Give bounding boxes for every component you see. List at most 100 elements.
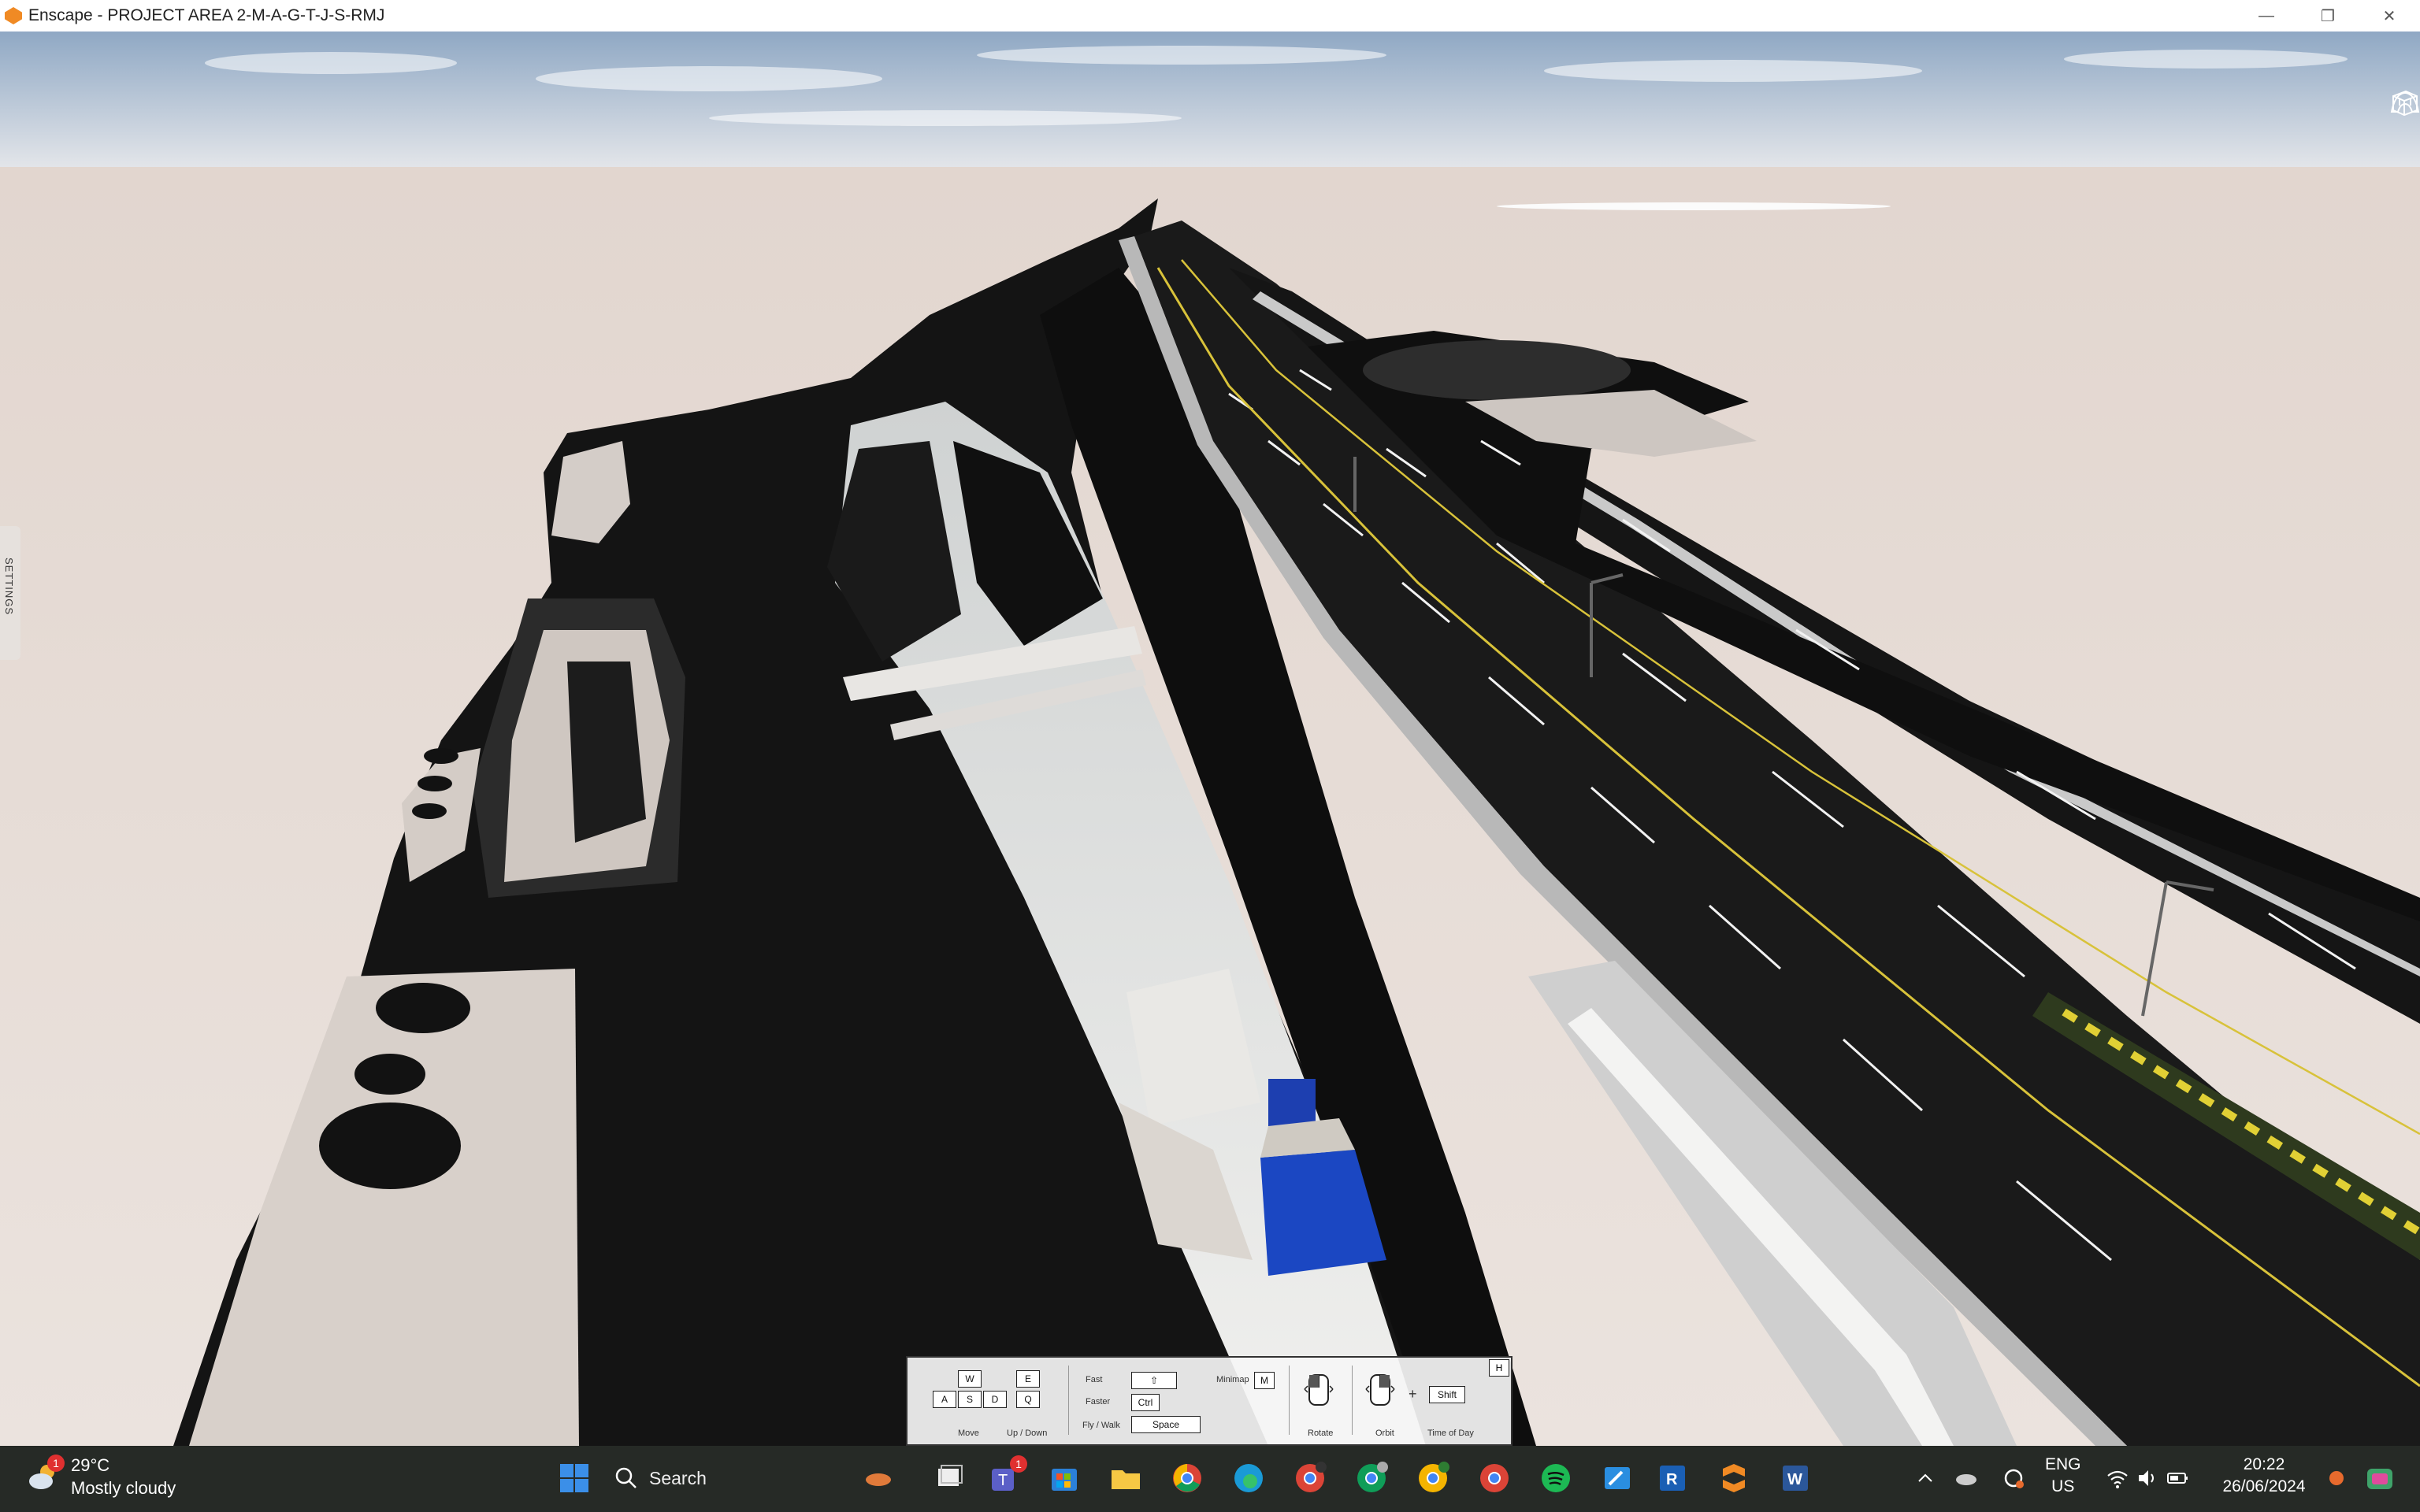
start-icon bbox=[560, 1464, 588, 1492]
weather-desc: Mostly cloudy bbox=[71, 1478, 176, 1498]
key-shift: Shift bbox=[1429, 1386, 1465, 1403]
language-indicator[interactable]: ENG US bbox=[2045, 1454, 2081, 1498]
chrome-profile-3-button[interactable] bbox=[1413, 1458, 1453, 1498]
svg-text:T: T bbox=[998, 1472, 1008, 1489]
rotate-label: Rotate bbox=[1308, 1429, 1334, 1438]
chrome-profile-1-icon bbox=[1296, 1462, 1327, 1492]
vr-headset-icon[interactable] bbox=[2388, 87, 2420, 120]
divider bbox=[1068, 1366, 1069, 1435]
region-code: US bbox=[2051, 1477, 2075, 1495]
mouse-rotate-icon bbox=[1304, 1374, 1334, 1406]
wifi-icon bbox=[2107, 1470, 2128, 1488]
show-hidden-icons-button[interactable] bbox=[1910, 1458, 1941, 1498]
start-button[interactable] bbox=[555, 1458, 594, 1498]
plus-sign: + bbox=[1409, 1386, 1417, 1402]
faster-label: Faster bbox=[1086, 1397, 1111, 1406]
word-icon: W bbox=[1783, 1466, 1808, 1491]
window-title: Enscape - PROJECT AREA 2-M-A-G-T-J-S-RMJ bbox=[28, 6, 385, 24]
weather-badge: 1 bbox=[47, 1455, 65, 1472]
fish-widget-icon bbox=[866, 1473, 891, 1486]
weather-widget[interactable]: 1 29°C Mostly cloudy bbox=[27, 1454, 176, 1499]
sync-icon bbox=[2004, 1469, 2024, 1488]
edge-icon bbox=[1234, 1464, 1263, 1492]
svg-text:R: R bbox=[1666, 1471, 1678, 1488]
spotify-button[interactable] bbox=[1536, 1458, 1576, 1498]
wifi-tray[interactable] bbox=[2102, 1458, 2133, 1498]
time-of-day-label: Time of Day bbox=[1427, 1429, 1474, 1438]
file-explorer-icon bbox=[1112, 1470, 1140, 1489]
onedrive-tray[interactable] bbox=[1950, 1458, 1982, 1498]
hide-controls-button[interactable]: H bbox=[1489, 1359, 1509, 1377]
key-a: A bbox=[933, 1391, 956, 1408]
chrome-profile-4-button[interactable] bbox=[1475, 1458, 1514, 1498]
language-code: ENG bbox=[2045, 1455, 2081, 1473]
copilot-button[interactable] bbox=[2360, 1458, 2400, 1498]
settings-tab[interactable]: SETTINGS bbox=[0, 526, 20, 660]
revit-button[interactable]: R bbox=[1653, 1458, 1692, 1498]
navigation-controls-overlay: H W A S D Move E Q Up / Down Fast ⇧ Fast… bbox=[906, 1356, 1512, 1446]
windows-taskbar: 1 29°C Mostly cloudy Search T 1 R W ENG … bbox=[0, 1446, 2420, 1512]
enscape-button[interactable] bbox=[1714, 1458, 1754, 1498]
fast-label: Fast bbox=[1086, 1375, 1103, 1384]
copilot-icon bbox=[2367, 1469, 2392, 1489]
mouse-orbit-icon bbox=[1365, 1374, 1395, 1406]
chrome-profile-1-button[interactable] bbox=[1290, 1458, 1330, 1498]
taskbar-app-fish[interactable] bbox=[859, 1458, 898, 1498]
settings-tab-label: SETTINGS bbox=[3, 558, 15, 616]
teams-badge: 1 bbox=[1010, 1455, 1027, 1473]
updown-label: Up / Down bbox=[1007, 1429, 1048, 1438]
restore-icon: ❐ bbox=[2321, 7, 2335, 25]
cloud-sun-icon: 1 bbox=[27, 1455, 65, 1494]
enscape-logo-icon bbox=[5, 7, 22, 24]
chevron-up-icon bbox=[1918, 1473, 1932, 1482]
chrome-icon bbox=[1173, 1464, 1201, 1492]
key-d: D bbox=[983, 1391, 1007, 1408]
taskbar-search[interactable]: Search bbox=[614, 1458, 851, 1498]
revit-icon: R bbox=[1660, 1466, 1685, 1491]
window-titlebar[interactable]: Enscape - PROJECT AREA 2-M-A-G-T-J-S-RMJ… bbox=[0, 0, 2420, 32]
enscape-icon bbox=[1723, 1464, 1745, 1492]
paint-button[interactable] bbox=[1598, 1458, 1637, 1498]
move-label: Move bbox=[958, 1429, 979, 1438]
spotify-icon bbox=[1542, 1464, 1570, 1492]
cloud-icon bbox=[1956, 1474, 1976, 1485]
volume-tray[interactable] bbox=[2132, 1458, 2163, 1498]
shift-arrow-icon: ⇧ bbox=[1149, 1375, 1159, 1386]
minimap-label: Minimap bbox=[1216, 1375, 1249, 1384]
divider bbox=[1352, 1366, 1353, 1435]
clock[interactable]: 20:22 26/06/2024 bbox=[2209, 1454, 2319, 1498]
chrome-button[interactable] bbox=[1167, 1458, 1207, 1498]
render-viewport[interactable]: SETTINGS bbox=[0, 32, 2420, 1446]
chrome-profile-4-icon bbox=[1480, 1464, 1509, 1492]
task-view-button[interactable] bbox=[930, 1458, 969, 1498]
minimize-button[interactable]: — bbox=[2236, 0, 2297, 32]
chrome-profile-2-button[interactable] bbox=[1352, 1458, 1391, 1498]
battery-icon bbox=[2167, 1473, 2188, 1484]
key-space: Space bbox=[1131, 1416, 1201, 1433]
word-button[interactable]: W bbox=[1776, 1458, 1815, 1498]
task-view-icon bbox=[938, 1465, 963, 1486]
notification-dot-icon bbox=[2329, 1471, 2344, 1485]
store-button[interactable] bbox=[1045, 1458, 1084, 1498]
file-explorer-button[interactable] bbox=[1106, 1458, 1145, 1498]
scene-render bbox=[0, 32, 2420, 1446]
orbit-label: Orbit bbox=[1375, 1429, 1394, 1438]
edge-button[interactable] bbox=[1229, 1458, 1268, 1498]
key-e: E bbox=[1016, 1370, 1040, 1388]
divider bbox=[1289, 1366, 1290, 1435]
chrome-profile-3-icon bbox=[1419, 1462, 1449, 1492]
close-button[interactable]: ✕ bbox=[2359, 0, 2420, 32]
key-q: Q bbox=[1016, 1391, 1040, 1408]
chrome-profile-2-icon bbox=[1357, 1462, 1388, 1492]
teams-button[interactable]: T 1 bbox=[986, 1455, 1027, 1498]
sync-tray[interactable] bbox=[1998, 1458, 2029, 1498]
minimize-icon: — bbox=[2259, 6, 2274, 24]
close-icon: ✕ bbox=[2382, 7, 2396, 25]
battery-tray[interactable] bbox=[2162, 1458, 2193, 1498]
flywalk-label: Fly / Walk bbox=[1082, 1421, 1120, 1430]
notification-tray[interactable] bbox=[2321, 1458, 2352, 1498]
restore-button[interactable]: ❐ bbox=[2297, 0, 2359, 32]
clock-time: 20:22 bbox=[2243, 1455, 2285, 1473]
key-m: M bbox=[1254, 1372, 1275, 1389]
paint-icon bbox=[1605, 1467, 1630, 1489]
